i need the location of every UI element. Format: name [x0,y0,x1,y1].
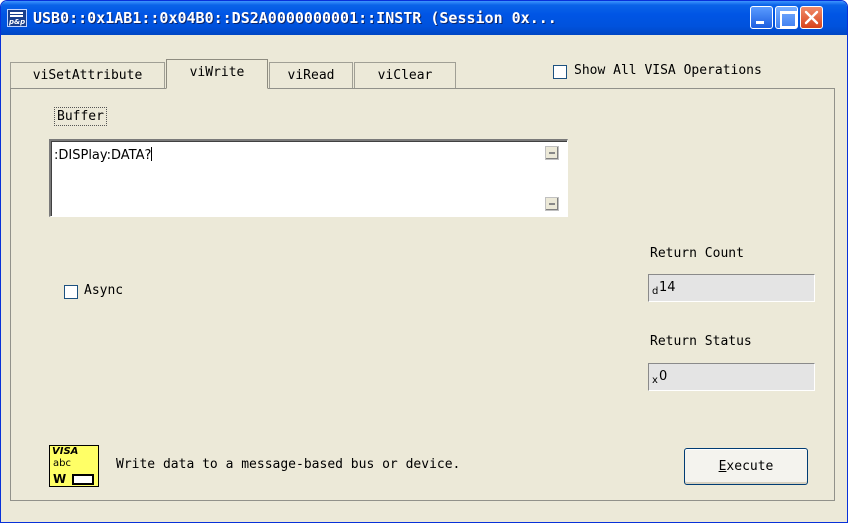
show-all-checkbox[interactable] [553,65,567,79]
icon-text: p&p [9,18,26,26]
return-count-field: d 14 [648,274,815,302]
scroll-down-button[interactable] [545,197,559,211]
return-count-value: 14 [659,280,676,295]
execute-label: xecute [726,459,774,474]
tab-visetattribute[interactable]: viSetAttribute [10,62,165,90]
radix-indicator[interactable]: x [652,375,658,386]
app-window: p&p USB0::0x1AB1::0x04B0::DS2A0000000001… [0,0,848,523]
radix-indicator[interactable]: d [652,286,658,297]
close-button[interactable] [800,6,823,29]
async-label: Async [84,283,124,298]
tab-viclear[interactable]: viClear [354,62,456,90]
close-icon [804,10,819,25]
buffer-value: :DISPlay:DATA? [54,148,152,163]
title-bar[interactable]: p&p USB0::0x1AB1::0x04B0::DS2A0000000001… [1,1,847,35]
minimize-button[interactable] [750,6,773,29]
return-status-value: 0 [659,369,668,384]
window-title: USB0::0x1AB1::0x04B0::DS2A0000000001::IN… [33,9,557,27]
execute-button[interactable]: Execute [684,448,808,485]
vi-icon-device [72,474,94,485]
operation-description: Write data to a message-based bus or dev… [116,457,461,472]
buffer-input[interactable]: :DISPlay:DATA? [49,139,568,217]
text-caret [151,147,153,161]
tab-viwrite[interactable]: viWrite [166,59,268,89]
async-checkbox[interactable] [64,285,78,299]
icon-line [10,15,23,17]
return-status-field: x 0 [648,363,815,391]
maximize-button[interactable] [775,6,798,29]
vi-icon-abc: abc [53,458,71,469]
vi-icon-visa: VISA [52,446,79,457]
return-count-label: Return Count [650,246,744,261]
nivisa-window-icon[interactable]: p&p [7,9,27,27]
viwrite-vi-icon: VISA abc W [49,445,99,487]
buffer-label: Buffer [54,107,107,126]
return-status-label: Return Status [650,334,752,349]
icon-line [10,12,23,14]
scroll-up-button[interactable] [545,146,559,160]
tab-viread[interactable]: viRead [269,62,353,90]
show-all-label: Show All VISA Operations [574,63,762,78]
vi-icon-w: W [53,472,67,486]
